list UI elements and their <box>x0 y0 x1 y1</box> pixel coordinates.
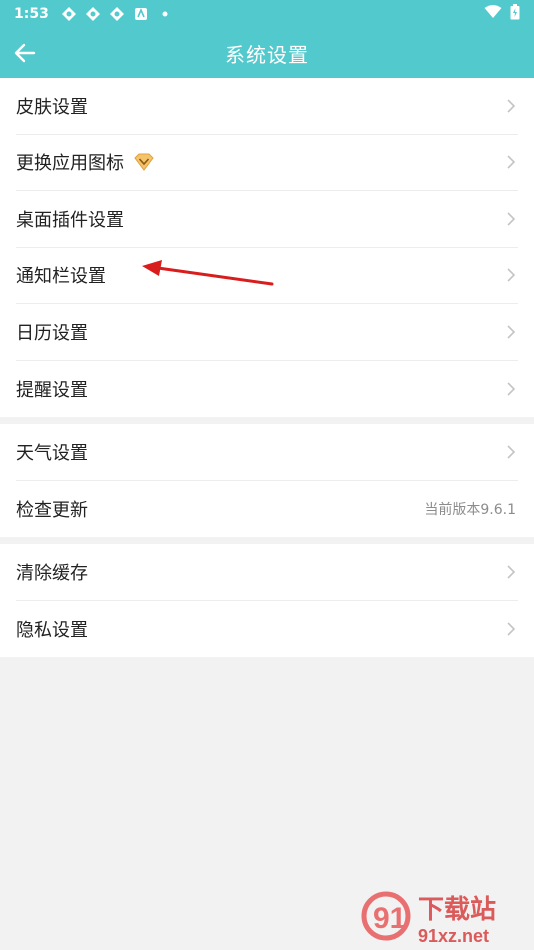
watermark-logo-text: 91 <box>373 902 406 935</box>
row-label: 桌面插件设置 <box>16 209 124 231</box>
chevron-right-icon <box>507 212 516 226</box>
dot-icon <box>157 6 173 22</box>
row-notification-bar-settings[interactable]: 通知栏设置 <box>16 248 518 304</box>
row-clear-cache[interactable]: 清除缓存 <box>16 544 518 601</box>
watermark-domain: 91xz.net <box>418 926 489 946</box>
back-button[interactable] <box>12 40 38 66</box>
chevron-right-icon <box>507 99 516 113</box>
status-time: 1:53 <box>14 6 49 22</box>
settings-group-weather: 天气设置 检查更新 当前版本9.6.1 <box>0 424 534 537</box>
chevron-right-icon <box>507 565 516 579</box>
chevron-right-icon <box>507 622 516 636</box>
wifi-icon <box>484 5 502 23</box>
page-title: 系统设置 <box>225 42 309 67</box>
row-label: 皮肤设置 <box>16 96 88 118</box>
row-desktop-widget-settings[interactable]: 桌面插件设置 <box>16 191 518 248</box>
chevron-right-icon <box>507 268 516 282</box>
battery-icon <box>510 4 520 24</box>
notification-icon <box>85 6 101 22</box>
chevron-right-icon <box>507 382 516 396</box>
row-label: 检查更新 <box>16 499 88 521</box>
row-calendar-settings[interactable]: 日历设置 <box>16 304 518 361</box>
row-label: 天气设置 <box>16 442 88 464</box>
row-change-app-icon[interactable]: 更换应用图标 <box>16 135 518 191</box>
notification-icon <box>109 6 125 22</box>
settings-group-display: 皮肤设置 更换应用图标 桌面插件设置 通知栏设置 日历设置 提醒设置 <box>0 78 534 417</box>
row-label: 提醒设置 <box>16 379 88 401</box>
row-reminder-settings[interactable]: 提醒设置 <box>16 361 518 418</box>
notification-icon <box>61 6 77 22</box>
row-privacy-settings[interactable]: 隐私设置 <box>16 601 518 658</box>
version-text: 当前版本9.6.1 <box>424 501 516 518</box>
watermark-title: 下载站 <box>418 895 496 925</box>
row-label: 更换应用图标 <box>16 153 124 175</box>
settings-group-privacy: 清除缓存 隐私设置 <box>0 544 534 657</box>
row-check-update[interactable]: 检查更新 当前版本9.6.1 <box>16 481 518 538</box>
row-skin-settings[interactable]: 皮肤设置 <box>16 78 518 135</box>
status-bar: 1:53 <box>0 0 534 28</box>
chevron-right-icon <box>507 155 516 169</box>
app-notification-icon <box>133 6 149 22</box>
row-label: 通知栏设置 <box>16 266 106 288</box>
row-label: 清除缓存 <box>16 562 88 584</box>
chevron-right-icon <box>507 325 516 339</box>
app-bar: 系统设置 <box>0 28 534 78</box>
arrow-left-icon <box>14 43 36 63</box>
row-weather-settings[interactable]: 天气设置 <box>16 424 518 481</box>
vip-diamond-icon <box>134 153 154 172</box>
row-label: 日历设置 <box>16 322 88 344</box>
chevron-right-icon <box>507 445 516 459</box>
watermark-logo: 91 下载站 91xz.net <box>360 888 530 948</box>
row-label: 隐私设置 <box>16 619 88 641</box>
